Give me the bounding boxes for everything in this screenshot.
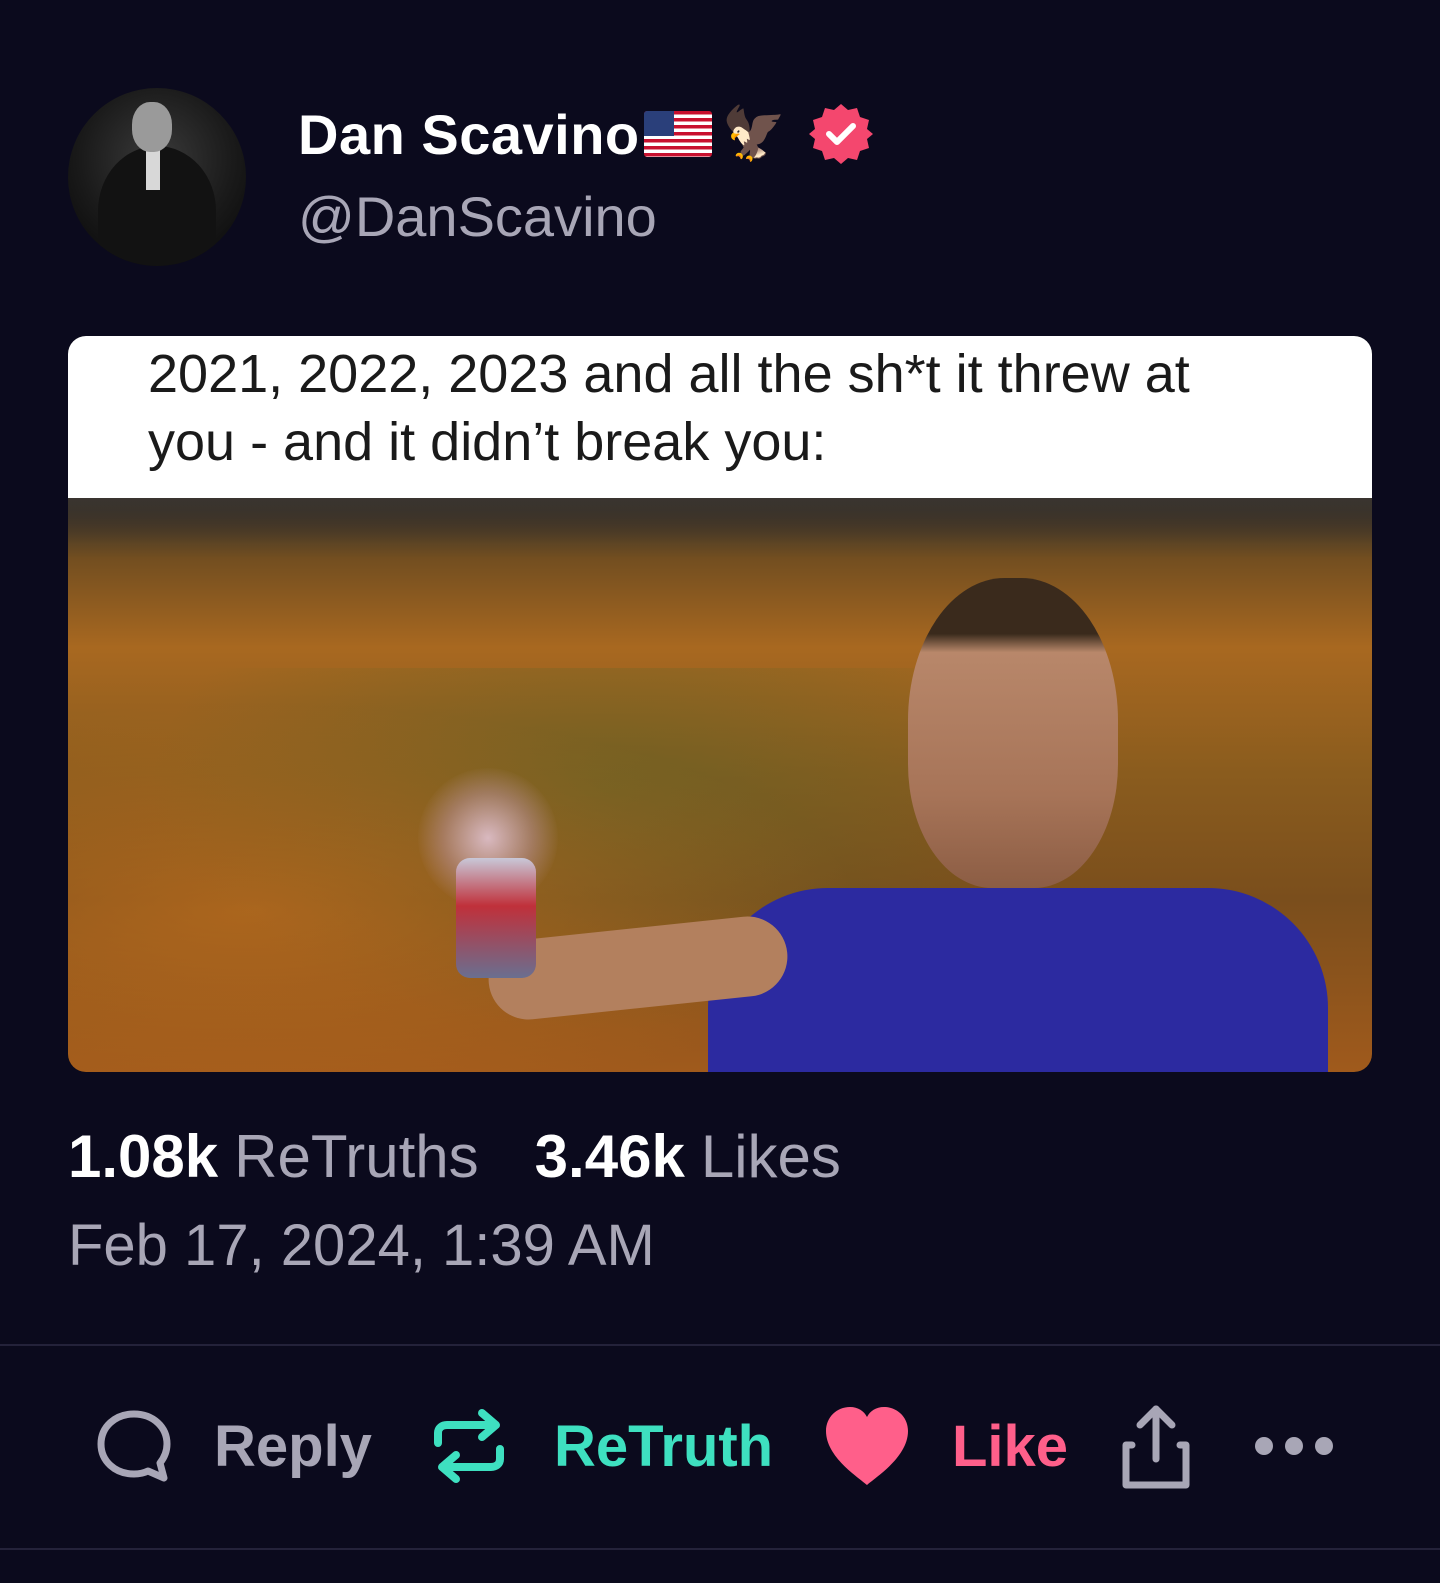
more-icon: [1255, 1437, 1333, 1455]
reply-button[interactable]: Reply: [94, 1396, 372, 1496]
person-figure: [708, 888, 1328, 1072]
reply-icon: [97, 1410, 171, 1482]
heart-icon: [826, 1407, 908, 1485]
divider: [0, 1344, 1440, 1346]
engagement-stats: 1.08k ReTruths 3.46k Likes: [68, 1122, 841, 1191]
meme-caption-line-2: you - and it didn’t break you:: [148, 412, 827, 472]
meme-photo: [68, 498, 1372, 1072]
meme-caption-line-1: 2021, 2022, 2023 and all the sh*t it thr…: [148, 344, 1190, 404]
likes-label[interactable]: Likes: [701, 1122, 841, 1191]
avatar[interactable]: [68, 88, 246, 266]
more-options-button[interactable]: [1252, 1396, 1336, 1496]
retruth-label: ReTruth: [554, 1413, 774, 1479]
likes-count[interactable]: 3.46k: [535, 1122, 685, 1191]
username-handle[interactable]: @DanScavino: [298, 184, 874, 249]
like-label: Like: [952, 1413, 1069, 1479]
reply-label: Reply: [214, 1413, 372, 1479]
share-button[interactable]: [1116, 1396, 1196, 1496]
post-header: Dan Scavino 🦅 @DanScavino: [68, 88, 874, 266]
display-name-row: Dan Scavino 🦅: [298, 98, 874, 170]
meme-caption: 2021, 2022, 2023 and all the sh*t it thr…: [68, 336, 1372, 498]
divider: [0, 1548, 1440, 1550]
verified-badge-icon: [809, 104, 874, 164]
author-info: Dan Scavino 🦅 @DanScavino: [298, 98, 874, 249]
post-media[interactable]: 2021, 2022, 2023 and all the sh*t it thr…: [68, 336, 1372, 1072]
retruths-count[interactable]: 1.08k: [68, 1122, 218, 1191]
eagle-icon: 🦅: [721, 105, 787, 163]
retruth-icon: [434, 1409, 504, 1483]
like-button[interactable]: Like: [822, 1396, 1068, 1496]
spray-can: [456, 858, 536, 978]
action-bar: Reply ReTruth Like: [0, 1396, 1440, 1496]
retruth-button[interactable]: ReTruth: [428, 1396, 773, 1496]
retruths-label[interactable]: ReTruths: [234, 1122, 479, 1191]
display-name[interactable]: Dan Scavino: [298, 102, 640, 167]
post-detail-page: Dan Scavino 🦅 @DanScavino 2021, 2022, 20…: [0, 0, 1440, 1583]
share-icon: [1122, 1405, 1190, 1489]
post-timestamp: Feb 17, 2024, 1:39 AM: [68, 1213, 655, 1278]
us-flag-icon: [643, 111, 712, 157]
